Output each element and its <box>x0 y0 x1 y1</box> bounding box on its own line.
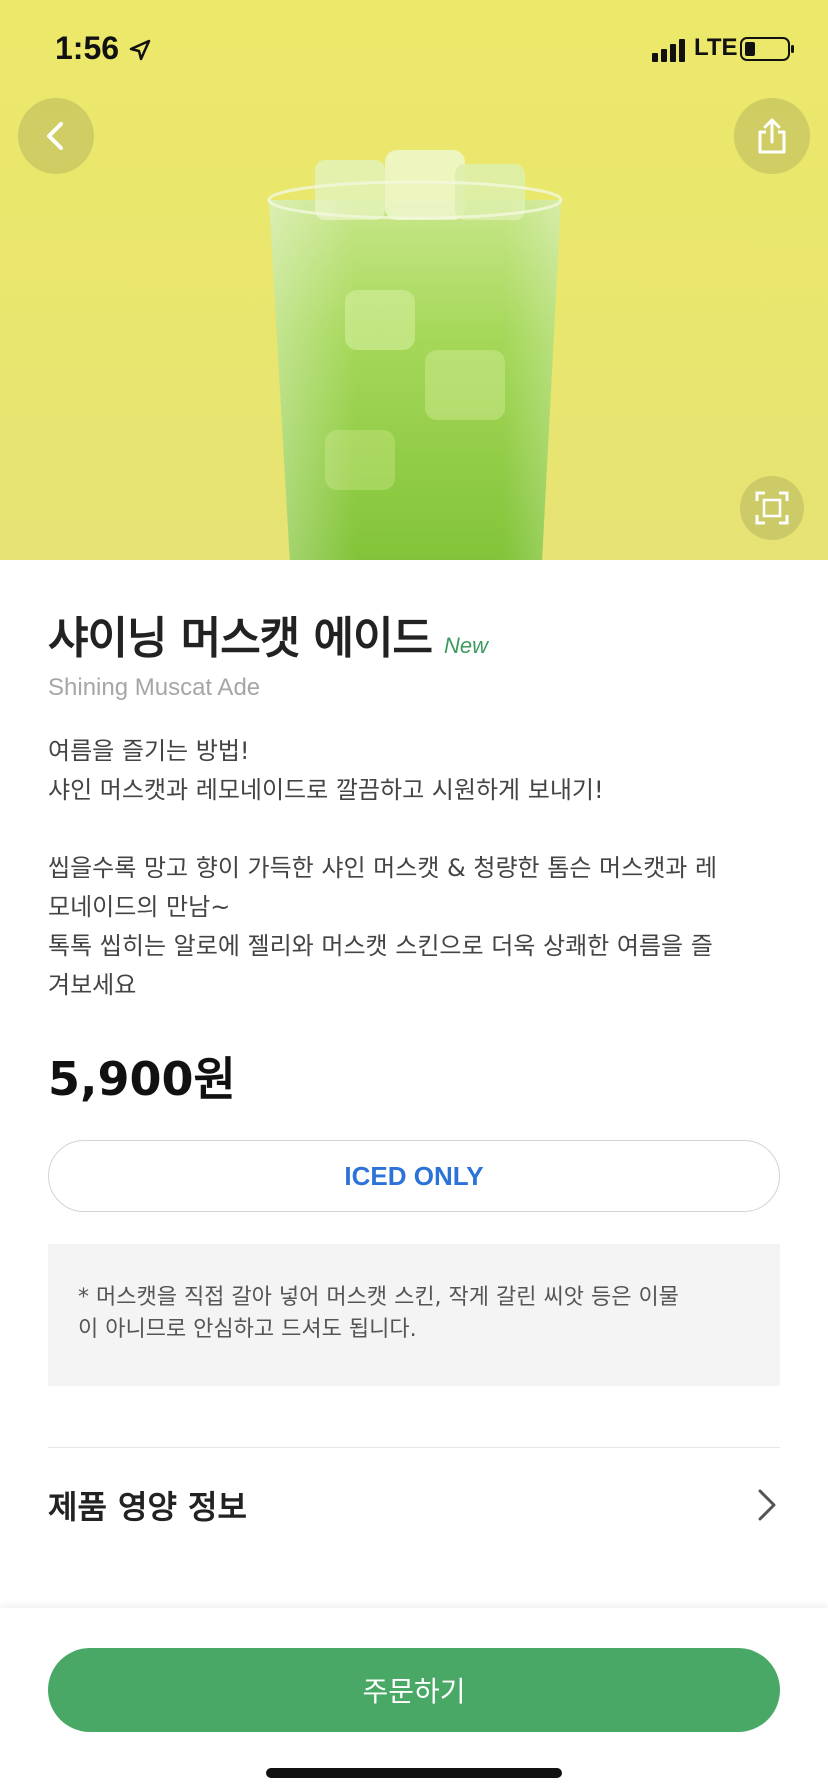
notice-line: 이 아니므로 안심하고 드셔도 됩니다. <box>78 1317 417 1342</box>
share-icon <box>758 118 786 154</box>
status-bar: 1:56 LTE <box>0 0 828 100</box>
description-line: 샤인 머스캣과 레모네이드로 깔끔하고 시원하게 보내기! <box>48 776 604 804</box>
notice-line: * 머스캣을 직접 갈아 넣어 머스캣 스킨, 작게 갈린 씨앗 등은 이물 <box>78 1285 679 1310</box>
fullscreen-image-button[interactable] <box>740 476 804 540</box>
description-line: 씹을수록 망고 향이 가득한 샤인 머스캣 & 청량한 톰슨 머스캣과 레 <box>48 854 718 882</box>
description-line: 여름을 즐기는 방법! <box>48 737 250 765</box>
description-line: 모네이드의 만남~ <box>48 893 231 921</box>
product-notice: * 머스캣을 직접 갈아 넣어 머스캣 스킨, 작게 갈린 씨앗 등은 이물 이… <box>48 1244 780 1386</box>
temperature-option-button[interactable]: ICED ONLY <box>48 1140 780 1212</box>
back-button[interactable] <box>18 98 94 174</box>
battery-icon <box>740 37 794 61</box>
home-indicator <box>266 1768 562 1778</box>
product-detail-screen: 1:56 LTE 샤이닝 머스캣 에이드 New Shining Muscat … <box>0 0 828 1792</box>
bottom-action-bar: 주문하기 <box>0 1608 828 1792</box>
product-english-name: Shining Muscat Ade <box>48 674 261 701</box>
product-hero-image: 1:56 LTE <box>0 0 828 560</box>
status-time: 1:56 <box>55 30 120 66</box>
order-button[interactable]: 주문하기 <box>48 1648 780 1732</box>
signal-strength-icon <box>652 39 685 62</box>
description-line: 톡톡 씹히는 알로에 젤리와 머스캣 스킨으로 더욱 상쾌한 여름을 즐 <box>48 932 713 960</box>
back-arrow-icon <box>47 122 63 150</box>
network-type: LTE <box>694 34 738 61</box>
title-row: 샤이닝 머스캣 에이드 New <box>48 602 488 666</box>
description-line: 겨보세요 <box>48 971 137 999</box>
nutrition-info-label: 제품 영양 정보 <box>48 1488 247 1526</box>
muscat-ade-glass-image <box>267 150 563 560</box>
nutrition-info-row[interactable]: 제품 영양 정보 <box>48 1448 780 1562</box>
new-badge: New <box>443 633 488 658</box>
fullscreen-icon <box>755 491 789 525</box>
product-title: 샤이닝 머스캣 에이드 <box>48 613 433 664</box>
location-arrow-icon <box>129 39 151 61</box>
product-price: 5,900원 <box>48 1052 236 1106</box>
share-button[interactable] <box>734 98 810 174</box>
chevron-right-icon <box>758 1489 776 1521</box>
product-description: 여름을 즐기는 방법! 샤인 머스캣과 레모네이드로 깔끔하고 시원하게 보내기… <box>48 732 780 1005</box>
